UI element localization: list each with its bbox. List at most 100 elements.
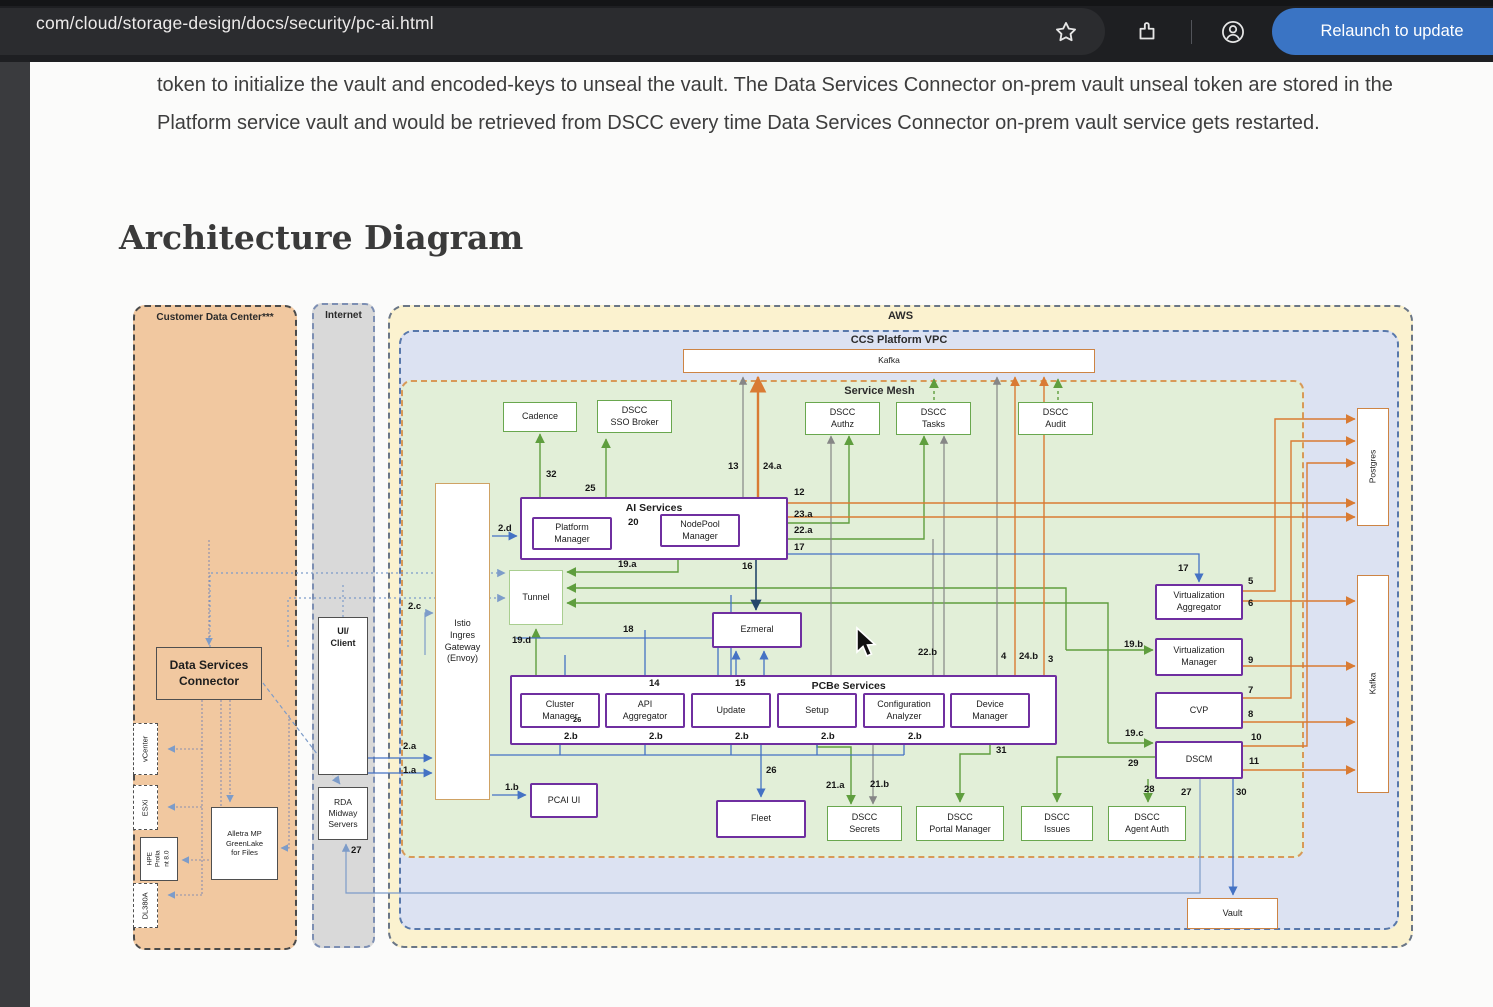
relaunch-button[interactable]: Relaunch to update [1272, 8, 1493, 55]
edge-label-26-fleet: 26 [766, 765, 777, 776]
node-postgres: Postgres [1357, 408, 1389, 526]
edge-label-2b-5: 2.b [908, 731, 922, 742]
vcenter-label: vCenter [141, 736, 151, 762]
edge-label-28: 28 [1144, 784, 1155, 795]
edge-label-12: 12 [794, 487, 805, 498]
edge-label-7: 7 [1248, 685, 1253, 696]
node-dscc-tasks: DSCC Tasks [896, 402, 971, 435]
node-istio-ingress-gateway: Istio Ingres Gateway (Envoy) [435, 483, 490, 800]
extensions-icon[interactable] [1134, 19, 1160, 45]
edge-label-22b: 22.b [918, 647, 937, 658]
edge-label-2b-4: 2.b [821, 731, 835, 742]
edge-label-21b: 21.b [870, 779, 889, 790]
edge-label-17r: 17 [1178, 563, 1189, 574]
edge-label-26-cluster: 26 [573, 715, 581, 724]
edge-label-19d: 19.d [512, 635, 531, 646]
node-hpe-proliant: HPE Prolia nt 8.0 [140, 837, 178, 881]
edge-label-31: 31 [996, 745, 1007, 756]
hpe-proliant-label: HPE Prolia nt 8.0 [146, 851, 171, 868]
edge-label-20: 20 [628, 517, 639, 528]
postgres-label: Postgres [1367, 450, 1378, 484]
node-cadence: Cadence [503, 402, 577, 432]
edge-label-8: 8 [1248, 709, 1253, 720]
node-dscc-sso-broker: DSCC SSO Broker [597, 400, 672, 433]
edge-label-2c: 2.c [408, 601, 421, 612]
node-virtualization-manager: Virtualization Manager [1155, 638, 1243, 676]
bookmark-star-icon[interactable] [1053, 19, 1079, 45]
mouse-cursor [854, 626, 882, 660]
node-device-manager: Device Manager [950, 693, 1030, 728]
node-dscc-audit: DSCC Audit [1018, 402, 1093, 435]
edge-label-5: 5 [1248, 576, 1253, 587]
window-top-edge [0, 0, 1493, 6]
body-paragraph: token to initialize the vault and encode… [157, 66, 1429, 142]
node-dscc-issues: DSCC Issues [1021, 806, 1093, 841]
node-api-aggregator: API Aggregator [605, 693, 685, 728]
node-dscc-authz: DSCC Authz [805, 402, 880, 435]
node-rda-midway-servers: RDA Midway Servers [318, 787, 368, 840]
edge-label-17l: 17 [794, 542, 805, 553]
edge-label-10: 10 [1251, 732, 1262, 743]
edge-label-3: 3 [1048, 654, 1053, 665]
node-dscm: DSCM [1155, 741, 1243, 779]
edge-label-2b-1: 2.b [564, 731, 578, 742]
edge-label-16: 16 [742, 561, 753, 572]
edge-label-27-dscm: 27 [1181, 787, 1192, 798]
node-fleet: Fleet [716, 800, 806, 838]
edge-label-30: 30 [1236, 787, 1247, 798]
edge-label-1a: 1.a [403, 765, 416, 776]
edge-label-25: 25 [585, 483, 596, 494]
edge-label-24a: 24.a [763, 461, 782, 472]
node-platform-manager: Platform Manager [532, 517, 612, 550]
node-dl380a: DL380A [133, 883, 158, 928]
node-ui-client: UI/ Client [318, 617, 368, 775]
edge-label-19b: 19.b [1124, 639, 1143, 650]
edge-label-21a: 21.a [826, 780, 845, 791]
relaunch-button-label: Relaunch to update [1320, 22, 1463, 41]
edge-label-14: 14 [649, 678, 660, 689]
node-esxi: ESXi [133, 785, 158, 830]
node-virtualization-aggregator: Virtualization Aggregator [1155, 584, 1243, 620]
edge-label-11: 11 [1249, 756, 1259, 767]
edge-label-23a: 23.a [794, 509, 813, 520]
edge-label-6: 6 [1248, 598, 1253, 609]
node-alletra-mp: Alletra MP GreenLake for Files [211, 807, 278, 880]
node-kafka-right: Kafka [1357, 575, 1389, 793]
edge-label-27-rda: 27 [351, 845, 362, 856]
kafka-right-label: Kafka [1367, 673, 1378, 695]
edge-label-2b-3: 2.b [735, 731, 749, 742]
edge-label-24b: 24.b [1019, 651, 1038, 662]
node-vcenter: vCenter [133, 723, 158, 775]
edge-label-1b: 1.b [505, 782, 519, 793]
edge-label-19c: 19.c [1125, 728, 1144, 739]
profile-icon[interactable] [1220, 19, 1246, 45]
node-vault: Vault [1187, 898, 1278, 929]
screen: com/cloud/storage-design/docs/security/p… [0, 0, 1493, 1007]
edge-label-22a: 22.a [794, 525, 813, 536]
architecture-diagram: Customer Data Center*** Internet AWS CCS… [118, 295, 1414, 955]
edge-label-9: 9 [1248, 655, 1253, 666]
node-dscc-agent-auth: DSCC Agent Auth [1108, 806, 1186, 841]
edge-label-15: 15 [735, 678, 746, 689]
node-setup: Setup [777, 693, 857, 728]
node-kafka-top: Kafka [683, 349, 1095, 373]
edge-label-19a: 19.a [618, 559, 637, 570]
esxi-label: ESXi [141, 799, 151, 816]
url-text[interactable]: com/cloud/storage-design/docs/security/p… [36, 13, 434, 34]
page-title: Architecture Diagram [119, 218, 523, 257]
node-update: Update [691, 693, 771, 728]
edge-label-29: 29 [1128, 758, 1139, 769]
edge-label-2d: 2.d [498, 523, 512, 534]
node-dscc-portal-manager: DSCC Portal Manager [916, 806, 1004, 841]
node-cluster-manager: Cluster Manager [520, 693, 600, 728]
node-ezmeral: Ezmeral [712, 612, 802, 648]
edge-label-13: 13 [728, 461, 739, 472]
pcbe-services-title: PCBe Services [812, 680, 886, 694]
node-nodepool-manager: NodePool Manager [660, 514, 740, 547]
toolbar-separator [1191, 20, 1192, 44]
node-tunnel: Tunnel [509, 570, 563, 625]
edge-label-4: 4 [1001, 651, 1006, 662]
edge-label-2a: 2.a [403, 741, 416, 752]
edge-label-32: 32 [546, 469, 557, 480]
node-data-services-connector: Data Services Connector [156, 647, 262, 700]
